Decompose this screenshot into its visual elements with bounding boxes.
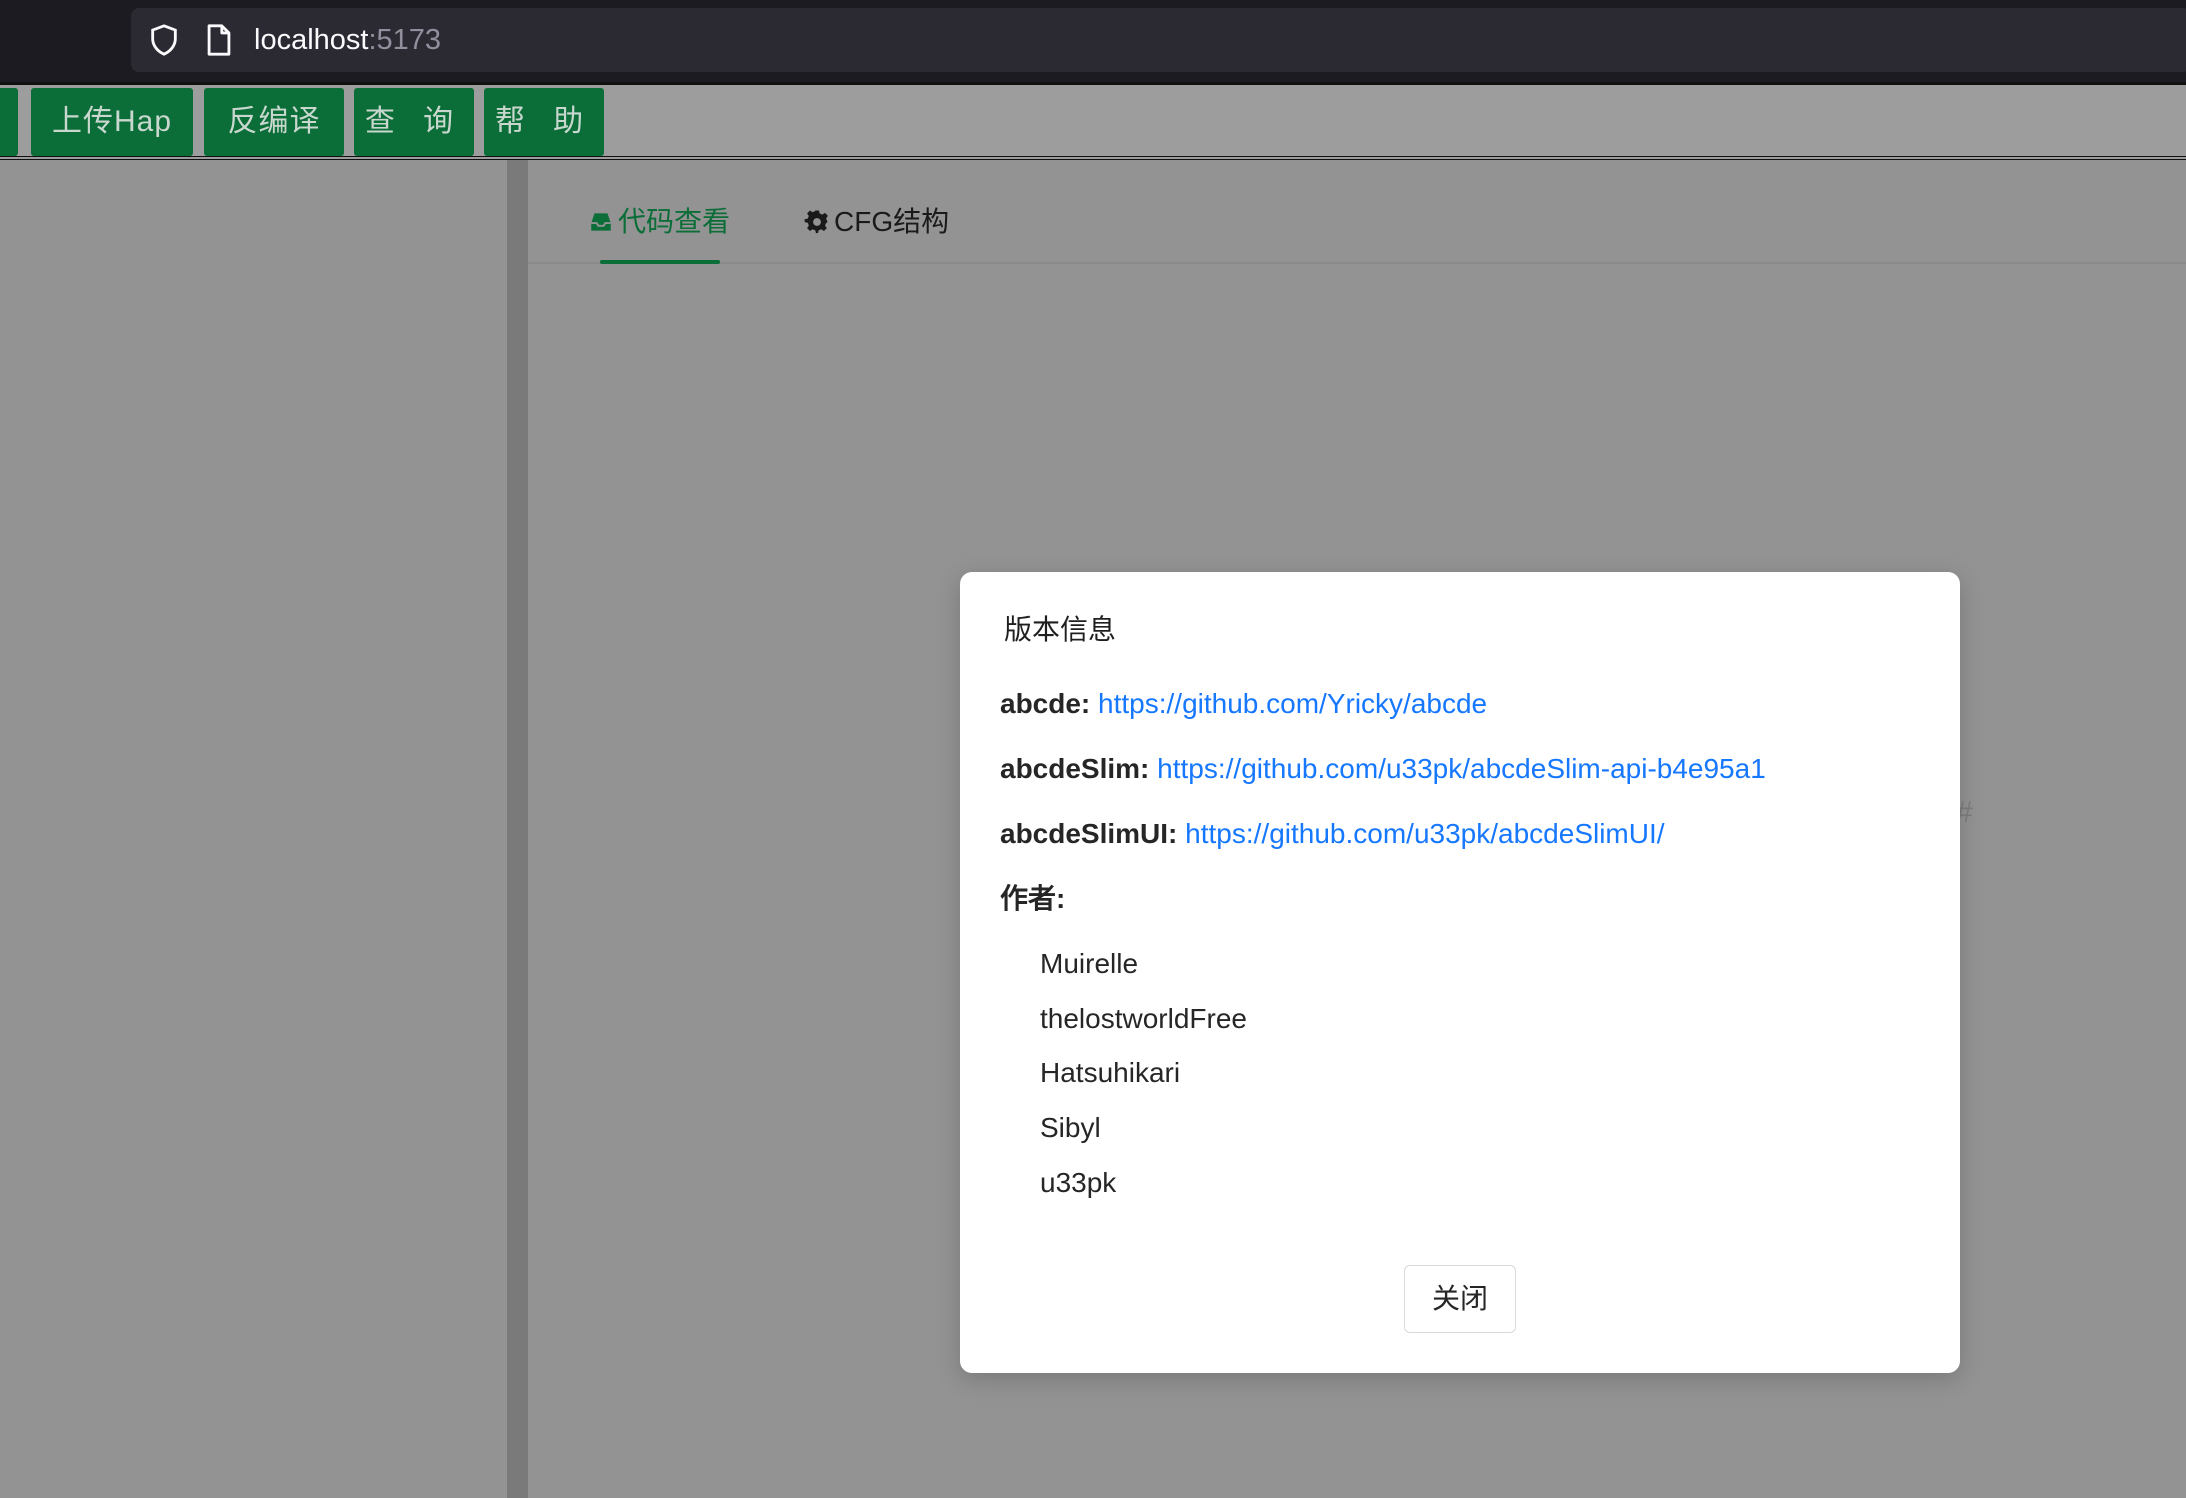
list-item: thelostworldFree: [1040, 1002, 1247, 1034]
url-text[interactable]: localhost:5173: [254, 22, 441, 58]
app-toolbar: 上传Hap 反编译 查 询 帮 助: [0, 82, 2186, 160]
list-item: Sibyl: [1040, 1112, 1101, 1144]
link-abcdeslimui[interactable]: https://github.com/u33pk/abcdeSlimUI/: [1185, 818, 1664, 849]
link-abcdeslim[interactable]: https://github.com/u33pk/abcdeSlim-api-b…: [1157, 753, 1766, 784]
author-list: Muirelle thelostworldFree Hatsuhikari Si…: [1040, 946, 1247, 1219]
close-button[interactable]: 关闭: [1404, 1265, 1516, 1333]
link-abcde[interactable]: https://github.com/Yricky/abcde: [1098, 688, 1487, 719]
gear-icon: [804, 210, 828, 234]
upload-hap-button[interactable]: 上传Hap: [31, 88, 193, 156]
browser-chrome: localhost:5173: [0, 0, 2186, 82]
link-key-abcde: abcde:: [1000, 688, 1091, 719]
list-item: Hatsuhikari: [1040, 1057, 1181, 1089]
link-row-abcdeslim: abcdeSlim: https://github.com/u33pk/abcd…: [1000, 751, 1766, 787]
page-icon: [207, 24, 231, 56]
query-button[interactable]: 查 询: [354, 88, 474, 156]
file-tree-pane: [0, 160, 507, 1498]
tab-cfg[interactable]: CFG结构: [804, 204, 949, 240]
link-key-abcdeslimui: abcdeSlimUI:: [1000, 818, 1178, 849]
address-bar[interactable]: localhost:5173: [131, 8, 2186, 72]
decompile-button[interactable]: 反编译: [204, 88, 344, 156]
link-row-abcdeslimui: abcdeSlimUI: https://github.com/u33pk/ab…: [1000, 816, 1665, 852]
help-button[interactable]: 帮 助: [484, 88, 604, 156]
link-key-abcdeslim: abcdeSlim:: [1000, 753, 1150, 784]
version-info-dialog: 版本信息 abcde: https://github.com/Yricky/ab…: [960, 572, 1960, 1373]
url-host: localhost: [254, 24, 369, 56]
authors-heading: 作者:: [1000, 881, 1065, 917]
dialog-title: 版本信息: [1004, 614, 1117, 645]
list-item: u33pk: [1040, 1166, 1117, 1198]
inbox-icon: [591, 213, 611, 231]
pane-splitter[interactable]: [507, 160, 528, 1498]
tab-bar: 代码查看 CFG结构: [528, 160, 2186, 264]
tab-code-view[interactable]: 代码查看: [588, 204, 730, 240]
list-item: Muirelle: [1040, 948, 1139, 979]
active-tab-indicator: [600, 260, 720, 264]
tab-code-view-label: 代码查看: [618, 206, 731, 237]
link-row-abcde: abcde: https://github.com/Yricky/abcde: [1000, 686, 1487, 722]
shield-icon[interactable]: [147, 23, 181, 57]
url-port: :5173: [368, 24, 442, 56]
toolbar-button-partial[interactable]: [0, 88, 18, 156]
authors-label: 作者:: [1000, 883, 1066, 914]
tab-cfg-label: CFG结构: [834, 206, 950, 237]
